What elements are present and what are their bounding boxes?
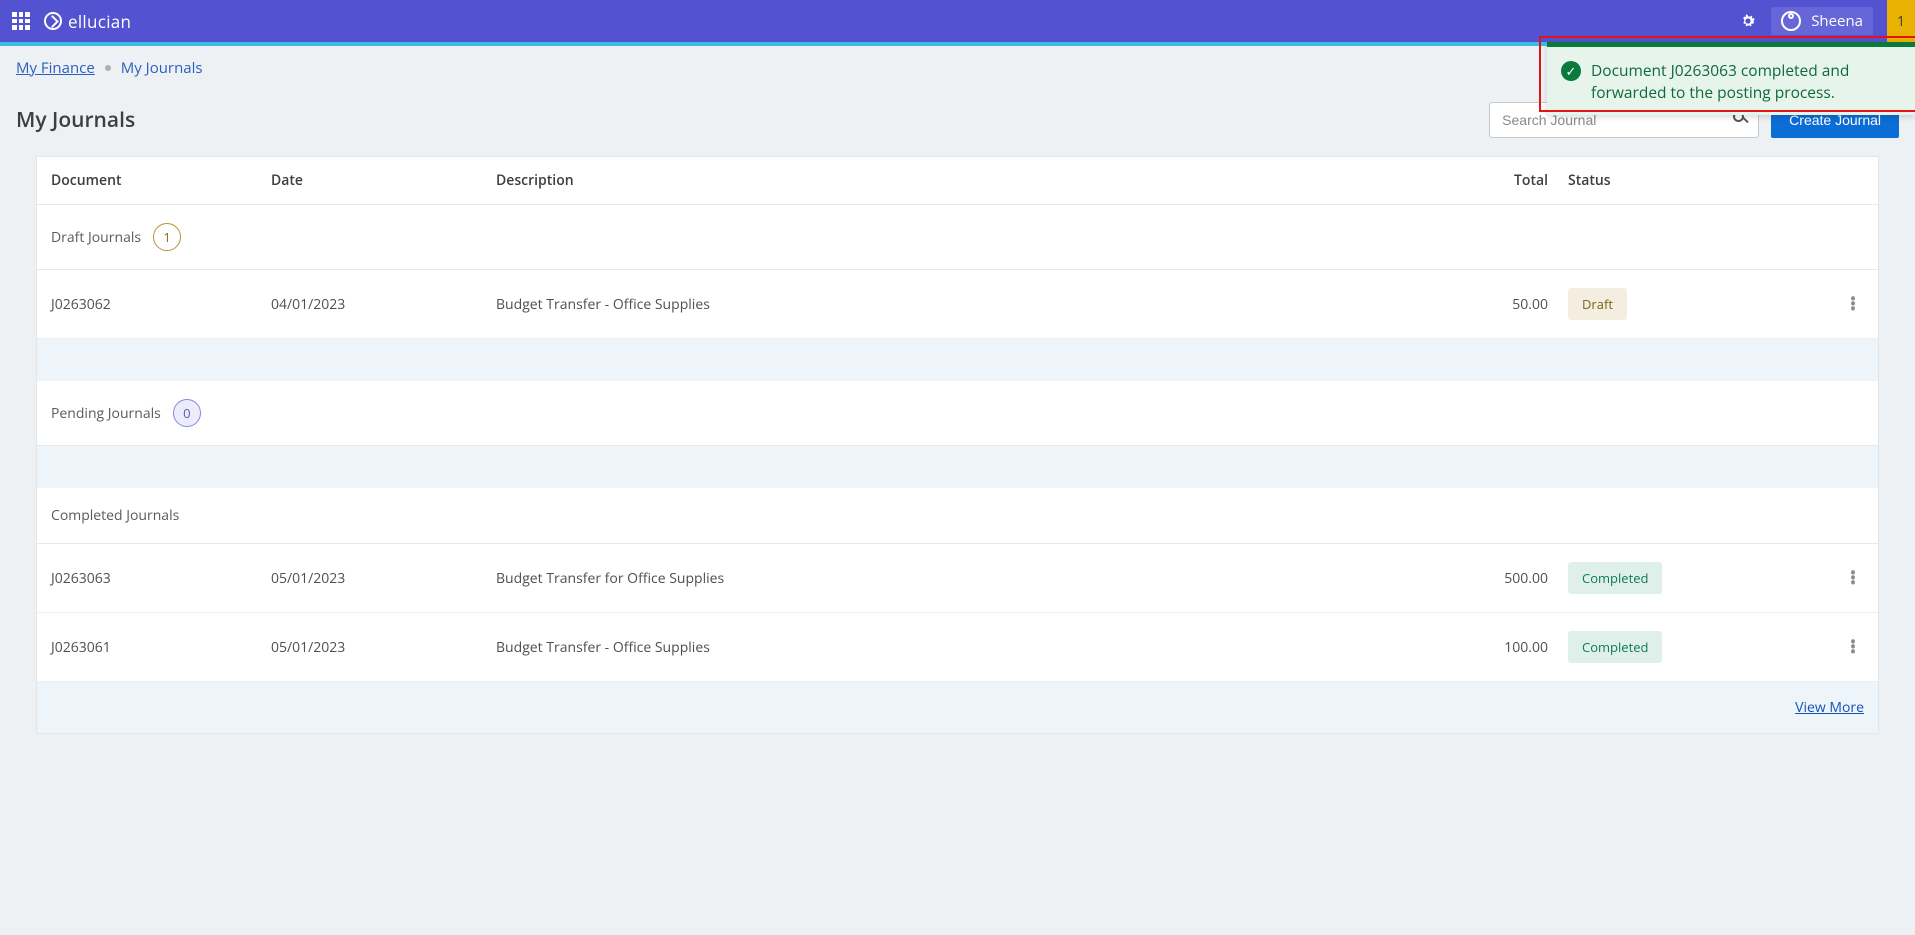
cell-date: 05/01/2023 bbox=[271, 638, 496, 657]
brand-logo-icon bbox=[44, 12, 62, 30]
status-badge: Completed bbox=[1568, 562, 1662, 594]
user-name: Sheena bbox=[1811, 11, 1863, 31]
table-row[interactable]: J0263062 04/01/2023 Budget Transfer - Of… bbox=[37, 270, 1878, 339]
breadcrumb-separator-icon bbox=[105, 65, 111, 71]
section-gap bbox=[37, 339, 1878, 381]
section-pending: Pending Journals 0 bbox=[37, 381, 1878, 446]
notification-count: 1 bbox=[1897, 12, 1905, 31]
notification-badge[interactable]: 1 bbox=[1887, 0, 1915, 42]
view-more-link[interactable]: View More bbox=[1795, 698, 1864, 717]
cell-date: 05/01/2023 bbox=[271, 569, 496, 588]
cell-document: J0263063 bbox=[51, 569, 271, 588]
user-avatar-icon bbox=[1781, 11, 1801, 31]
cell-total: 500.00 bbox=[1408, 569, 1568, 588]
cell-total: 50.00 bbox=[1408, 295, 1568, 314]
col-total: Total bbox=[1408, 171, 1568, 190]
cell-description: Budget Transfer for Office Supplies bbox=[496, 569, 1408, 588]
section-completed: Completed Journals bbox=[37, 488, 1878, 544]
toast-message: Document J0263063 completed and forwarde… bbox=[1591, 59, 1901, 103]
section-draft-count: 1 bbox=[153, 223, 181, 251]
section-draft: Draft Journals 1 bbox=[37, 205, 1878, 270]
app-bar: ellucian Sheena 1 ✓ Document J0263063 co… bbox=[0, 0, 1915, 42]
row-actions-menu[interactable]: ••• bbox=[1828, 640, 1878, 655]
brand-name: ellucian bbox=[68, 10, 131, 33]
cell-total: 100.00 bbox=[1408, 638, 1568, 657]
section-completed-label: Completed Journals bbox=[51, 506, 179, 525]
row-actions-menu[interactable]: ••• bbox=[1828, 571, 1878, 586]
section-draft-label: Draft Journals bbox=[51, 228, 141, 247]
table-header-row: Document Date Description Total Status bbox=[37, 157, 1878, 205]
col-date: Date bbox=[271, 171, 496, 190]
gear-icon[interactable] bbox=[1739, 12, 1757, 30]
col-description: Description bbox=[496, 171, 1408, 190]
page-title: My Journals bbox=[16, 106, 135, 134]
col-document: Document bbox=[51, 171, 271, 190]
status-badge: Completed bbox=[1568, 631, 1662, 663]
section-pending-count: 0 bbox=[173, 399, 201, 427]
table-footer: View More bbox=[37, 682, 1878, 733]
breadcrumb-root[interactable]: My Finance bbox=[16, 58, 95, 78]
status-badge: Draft bbox=[1568, 288, 1627, 320]
section-gap bbox=[37, 446, 1878, 488]
breadcrumb-current[interactable]: My Journals bbox=[121, 58, 203, 78]
check-circle-icon: ✓ bbox=[1561, 61, 1581, 81]
app-launcher-icon[interactable] bbox=[12, 12, 30, 30]
journals-table: Document Date Description Total Status D… bbox=[36, 156, 1879, 734]
cell-description: Budget Transfer - Office Supplies bbox=[496, 295, 1408, 314]
col-status: Status bbox=[1568, 171, 1828, 190]
section-pending-label: Pending Journals bbox=[51, 404, 161, 423]
cell-document: J0263061 bbox=[51, 638, 271, 657]
cell-date: 04/01/2023 bbox=[271, 295, 496, 314]
cell-description: Budget Transfer - Office Supplies bbox=[496, 638, 1408, 657]
success-toast: ✓ Document J0263063 completed and forwar… bbox=[1547, 42, 1915, 115]
cell-document: J0263062 bbox=[51, 295, 271, 314]
user-menu[interactable]: Sheena bbox=[1771, 7, 1873, 35]
row-actions-menu[interactable]: ••• bbox=[1828, 297, 1878, 312]
table-row[interactable]: J0263063 05/01/2023 Budget Transfer for … bbox=[37, 544, 1878, 613]
brand[interactable]: ellucian bbox=[44, 10, 131, 33]
table-row[interactable]: J0263061 05/01/2023 Budget Transfer - Of… bbox=[37, 613, 1878, 682]
